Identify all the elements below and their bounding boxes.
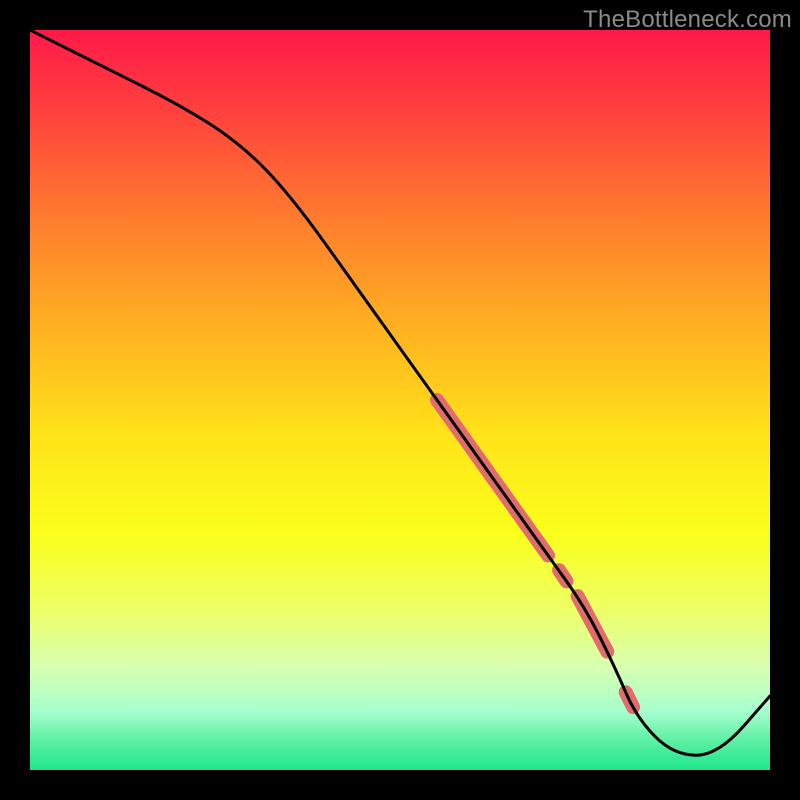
chart-surface bbox=[30, 30, 770, 770]
plot-area bbox=[30, 30, 770, 770]
watermark-text: TheBottleneck.com bbox=[583, 6, 792, 34]
gradient-background bbox=[30, 30, 770, 770]
chart-frame: TheBottleneck.com bbox=[0, 0, 800, 800]
